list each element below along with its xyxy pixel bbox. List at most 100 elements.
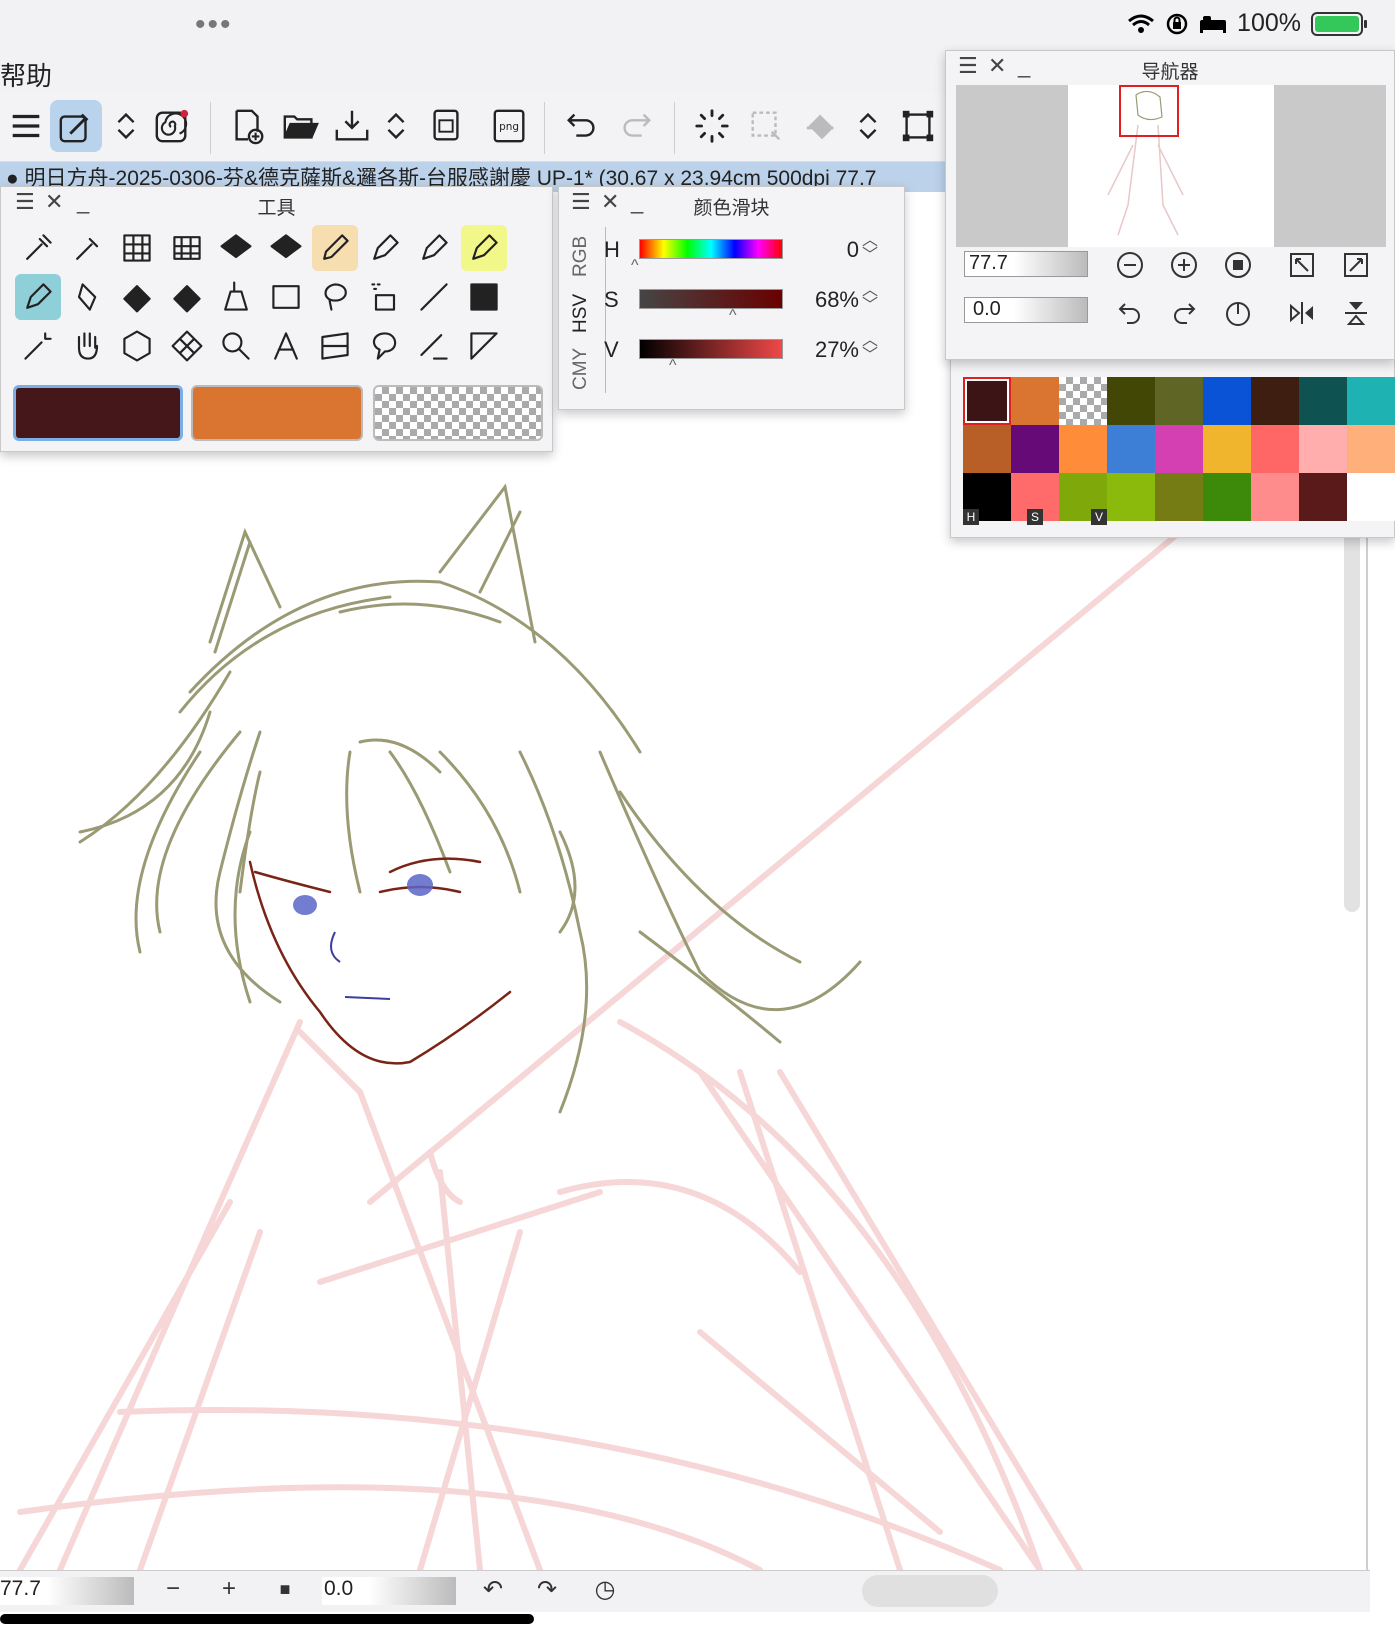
fit-page-icon[interactable] — [1338, 247, 1374, 283]
pen-icon[interactable] — [411, 225, 457, 271]
eyedropper-icon[interactable] — [15, 225, 61, 271]
open-folder-icon[interactable] — [274, 100, 326, 152]
canvas-scrollbar[interactable] — [1344, 492, 1360, 912]
sub-color-swatch[interactable] — [191, 385, 363, 441]
saturation-marker[interactable]: ^ — [729, 307, 737, 325]
history-color-swatch[interactable] — [1299, 425, 1347, 473]
navigator-rotation-value[interactable]: 0.0 — [973, 298, 1001, 320]
value-value[interactable]: 27% — [791, 337, 859, 363]
history-color-swatch[interactable] — [1059, 425, 1107, 473]
history-tag-h[interactable]: H — [963, 509, 979, 525]
history-color-swatch[interactable] — [1299, 473, 1347, 521]
history-color-swatch[interactable] — [1347, 425, 1395, 473]
navigator-titlebar[interactable]: ☰ ✕ _ 导航器 — [946, 51, 1394, 85]
history-color-swatch[interactable] — [963, 377, 1011, 425]
export-icon[interactable] — [420, 100, 472, 152]
navigator-rotation-slider[interactable]: 0.0 — [964, 297, 1088, 323]
rotate-left-icon[interactable]: ↶ — [476, 1575, 510, 1609]
lasso-icon[interactable] — [312, 274, 358, 320]
text-icon[interactable] — [263, 323, 309, 369]
perspective-grid-icon[interactable] — [164, 225, 210, 271]
history-color-swatch[interactable] — [1059, 377, 1107, 425]
history-color-swatch[interactable] — [1251, 425, 1299, 473]
horizontal-scrollbar[interactable] — [862, 1575, 998, 1607]
rotate-right-icon[interactable]: ↷ — [530, 1575, 564, 1609]
reset-rotation-icon[interactable] — [1220, 295, 1256, 331]
bottom-zoom-value[interactable]: 77.7 — [0, 1577, 41, 1600]
main-color-swatch[interactable] — [13, 385, 183, 441]
menu-icon[interactable] — [0, 100, 52, 152]
actual-size-icon[interactable]: ■ — [268, 1579, 302, 1613]
eyedropper-icon[interactable] — [65, 225, 111, 271]
history-color-swatch[interactable] — [1155, 473, 1203, 521]
fit-window-icon[interactable] — [1284, 247, 1320, 283]
history-color-swatch[interactable] — [1107, 425, 1155, 473]
history-color-swatch[interactable] — [1155, 377, 1203, 425]
export-png-icon[interactable]: png — [484, 100, 536, 152]
history-color-swatch[interactable] — [1155, 425, 1203, 473]
eraser-icon[interactable] — [114, 274, 160, 320]
saturation-value[interactable]: 68% — [791, 287, 859, 313]
fill-bucket-icon[interactable] — [213, 225, 259, 271]
marker-icon[interactable] — [460, 225, 507, 271]
history-color-swatch[interactable] — [1011, 377, 1059, 425]
chevron-updown-icon[interactable] — [370, 100, 422, 152]
chevron-updown-icon[interactable] — [842, 100, 894, 152]
pen-icon[interactable] — [362, 225, 408, 271]
actual-size-icon[interactable] — [1220, 247, 1256, 283]
zoom-in-icon[interactable] — [1166, 247, 1202, 283]
select-all-icon[interactable] — [740, 100, 792, 152]
transform-icon[interactable] — [892, 100, 944, 152]
value-slider[interactable] — [639, 339, 783, 359]
bottom-rotation-value[interactable]: 0.0 — [324, 1577, 353, 1600]
history-color-swatch[interactable] — [1107, 473, 1155, 521]
rotate-left-icon[interactable] — [1112, 295, 1148, 331]
saturation-stepper[interactable]: ︿ ﹀ — [862, 283, 878, 314]
history-color-swatch[interactable] — [1011, 425, 1059, 473]
flip-horizontal-icon[interactable] — [1284, 295, 1320, 331]
flip-vertical-icon[interactable] — [1338, 295, 1374, 331]
spray-icon[interactable] — [362, 274, 408, 320]
hand-icon[interactable] — [65, 323, 111, 369]
frame-icon[interactable] — [312, 323, 358, 369]
history-tag-s[interactable]: S — [1027, 509, 1043, 525]
color-slider-titlebar[interactable]: ☰ ✕ _ 颜色滑块 — [559, 187, 904, 221]
blend-icon[interactable] — [213, 274, 259, 320]
brush-icon[interactable] — [65, 274, 111, 320]
value-stepper[interactable]: ︿ ﹀ — [862, 333, 878, 364]
hue-marker[interactable]: ^ — [631, 257, 639, 275]
zoom-icon[interactable] — [213, 323, 259, 369]
navigator-view-rect[interactable] — [1119, 85, 1179, 137]
line-icon[interactable] — [411, 274, 457, 320]
saturation-slider[interactable] — [639, 289, 783, 309]
tab-rgb[interactable]: RGB — [570, 231, 604, 281]
fill-bucket-icon[interactable] — [263, 225, 309, 271]
zoom-in-icon[interactable]: + — [212, 1575, 246, 1609]
spiral-icon[interactable] — [146, 100, 198, 152]
history-tag-v[interactable]: V — [1091, 509, 1107, 525]
hue-slider[interactable] — [639, 239, 783, 259]
new-file-icon[interactable] — [222, 100, 274, 152]
magic-wand-icon[interactable] — [15, 323, 61, 369]
3d-object-icon[interactable] — [114, 323, 160, 369]
eyedropper-toggle-icon[interactable] — [50, 100, 102, 152]
history-color-swatch[interactable] — [1299, 377, 1347, 425]
correction-icon[interactable] — [411, 323, 457, 369]
tools-panel-titlebar[interactable]: ☰ ✕ _ 工具 — [1, 187, 552, 221]
history-color-swatch[interactable] — [1251, 377, 1299, 425]
bottom-rotation-slider[interactable]: 0.0 — [322, 1577, 456, 1605]
zoom-out-icon[interactable]: − — [156, 1575, 190, 1609]
eraser-icon[interactable] — [164, 274, 210, 320]
history-color-swatch[interactable] — [963, 425, 1011, 473]
hue-stepper[interactable]: ︿ ﹀ — [862, 233, 878, 264]
tab-cmy[interactable]: CMY — [570, 345, 604, 393]
balloon-icon[interactable] — [362, 323, 408, 369]
mesh-icon[interactable] — [164, 323, 210, 369]
home-indicator[interactable] — [0, 1614, 534, 1624]
undo-icon[interactable] — [556, 100, 608, 152]
chevron-updown-icon[interactable] — [100, 100, 152, 152]
menu-help[interactable]: 帮助 — [0, 56, 52, 93]
rect-select-icon[interactable] — [263, 274, 309, 320]
history-color-swatch[interactable] — [1203, 425, 1251, 473]
g-pen-icon[interactable] — [15, 274, 61, 320]
